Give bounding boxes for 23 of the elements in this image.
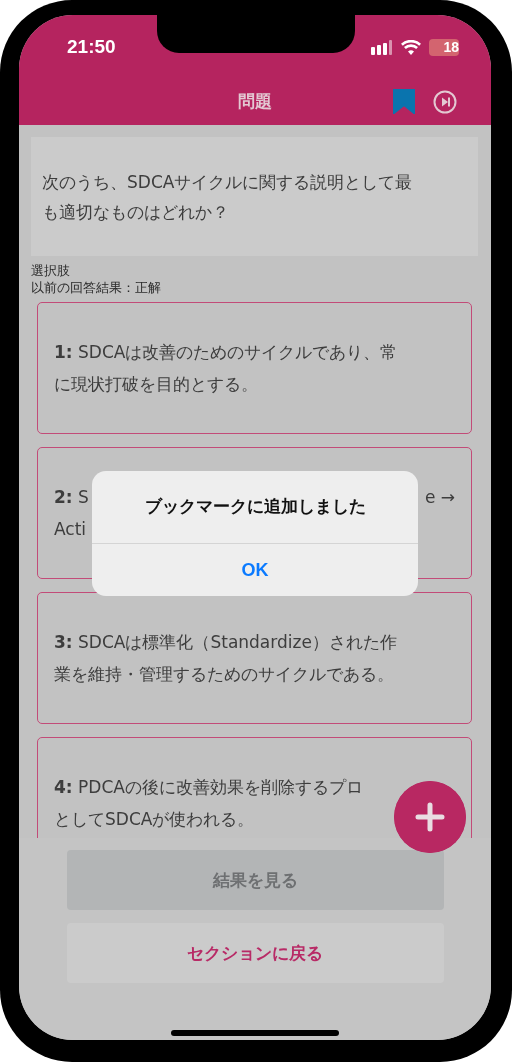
option-text: としてSDCAが使われる。 xyxy=(54,808,255,831)
option-text: 1: SDCAは改善のためのサイクルであり、常 xyxy=(54,341,398,364)
back-button[interactable]: セクションに戻る xyxy=(66,923,444,983)
status-time: 21:50 xyxy=(67,36,116,58)
question-text: 次のうち、SDCAサイクルに関する説明として最 xyxy=(42,170,413,194)
battery-indicator: 18 xyxy=(429,38,459,56)
question-text: も適切なものはどれか？ xyxy=(42,200,229,224)
option-text: 2: S xyxy=(54,486,89,509)
option-text: 3: SDCAは標準化（Standardize）された作 xyxy=(54,631,397,654)
option-text: に現状打破を目的とする。 xyxy=(54,373,258,396)
option-text: Acti xyxy=(54,519,87,539)
answer-option[interactable]: 1: SDCAは改善のためのサイクルであり、常 に現状打破を目的とする。 xyxy=(37,302,472,434)
section-label: 選択肢 xyxy=(31,262,70,279)
section-label: 以前の回答結果：正解 xyxy=(31,279,161,296)
screen-title: 問題 xyxy=(238,89,272,113)
alert-title: ブックマークに追加しました xyxy=(143,495,367,518)
option-text: 業を維持・管理するためのサイクルである。 xyxy=(54,663,394,686)
signal-icon xyxy=(371,39,393,55)
option-text: e → xyxy=(424,486,455,509)
skip-forward-icon[interactable] xyxy=(433,89,457,114)
option-text: 4: PDCAの後に改善効果を削除するプロ xyxy=(54,776,363,799)
add-button[interactable] xyxy=(394,781,466,853)
wifi-icon xyxy=(401,39,421,55)
